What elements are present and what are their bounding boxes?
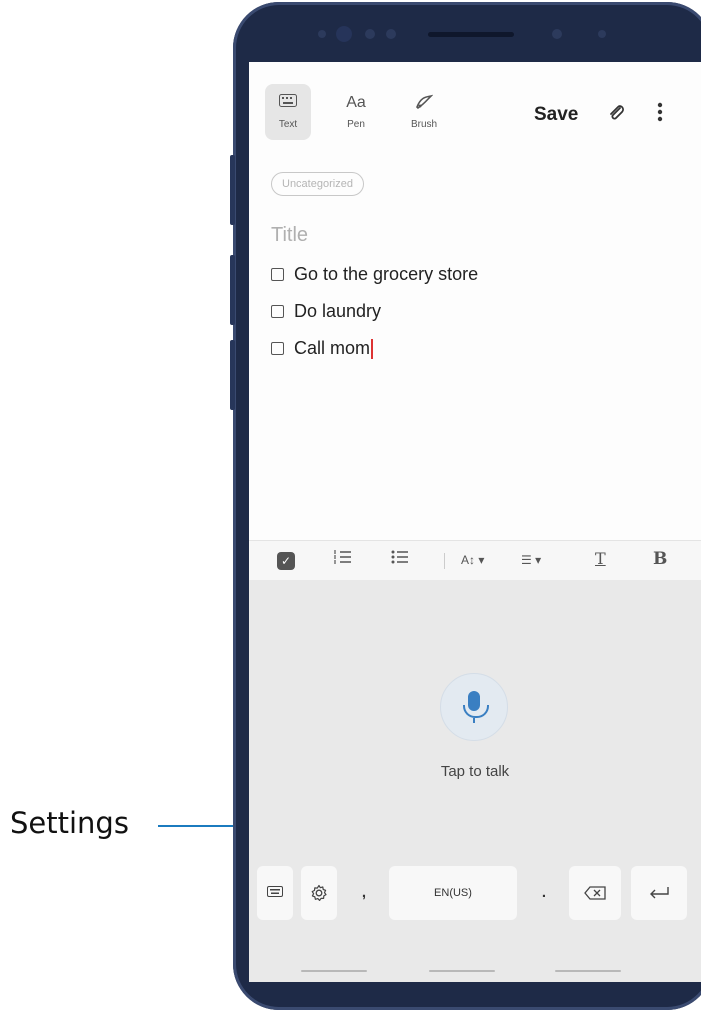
nav-indicator[interactable] [555,970,621,972]
power-button [230,340,235,410]
microphone-button[interactable] [440,673,508,741]
backspace-button[interactable] [569,866,621,920]
nav-indicator[interactable] [429,970,495,972]
navigation-bar [249,970,701,982]
checkbox[interactable] [271,342,284,355]
voice-prompt: Tap to talk [440,763,510,780]
bold-icon[interactable]: B [653,549,667,569]
checklist-item[interactable]: Do laundry [271,301,381,322]
checklist-item[interactable]: Call mom [271,338,374,359]
nav-indicator[interactable] [301,970,367,972]
align-icon[interactable]: ☰ ▾ [521,553,541,567]
checklist-item-text: Go to the grocery store [294,264,479,284]
enter-icon [648,884,670,901]
tool-pen[interactable]: Aa Pen [333,84,379,140]
format-toolbar: ✓ A↕ ▾ ☰ ▾ T B [249,540,701,581]
callout-label-settings: Settings [10,806,129,840]
pen-text-icon: Aa [346,94,366,111]
bullet-list-icon[interactable] [391,549,409,570]
checkbox[interactable] [271,268,284,281]
volume-button [230,155,235,225]
tool-label: Text [278,119,298,130]
checkbox-list-icon[interactable]: ✓ [277,552,295,570]
earpiece-speaker [428,32,514,37]
backspace-icon [584,884,606,901]
sensor-dot [598,30,606,38]
checklist-item-text: Do laundry [294,301,382,321]
sensor-dot [386,29,396,39]
bixby-button [230,255,235,325]
comma-key[interactable]: , [349,866,379,920]
brush-icon [401,94,447,112]
checklist-item-text: Call mom [294,338,371,358]
numbered-list-icon[interactable] [334,549,352,570]
enter-button[interactable] [631,866,687,920]
paperclip-icon[interactable] [607,102,625,128]
phone-screen: Text Aa Pen Brush Save Uncategorized Tit… [249,62,701,982]
sensor-dot [318,30,326,38]
text-cursor [371,338,374,359]
keyboard-icon [267,884,283,901]
iris-sensor [552,29,562,39]
note-title-field[interactable]: Title [271,224,308,247]
checkbox[interactable] [271,305,284,318]
text-color-icon[interactable]: T [595,549,606,568]
space-key[interactable]: EN(US) [389,866,517,920]
sensor-dot [365,29,375,39]
save-button[interactable]: Save [534,104,578,126]
category-chip[interactable]: Uncategorized [271,172,364,196]
more-vertical-icon[interactable] [657,102,663,128]
voice-input-keyboard: Tap to talk , EN(US) . [249,580,701,982]
gear-icon [310,884,328,902]
keyboard-toggle-button[interactable] [257,866,293,920]
tool-label: Brush [410,119,438,130]
tool-label: Pen [347,119,365,130]
settings-button[interactable] [301,866,337,920]
keyboard-icon [265,94,311,112]
tool-text[interactable]: Text [265,84,311,140]
period-key[interactable]: . [529,866,559,920]
tool-brush[interactable]: Brush [401,84,447,140]
divider [444,553,445,569]
checklist-item[interactable]: Go to the grocery store [271,264,478,285]
font-size-icon[interactable]: A↕ ▾ [461,553,484,567]
front-camera [336,26,352,42]
